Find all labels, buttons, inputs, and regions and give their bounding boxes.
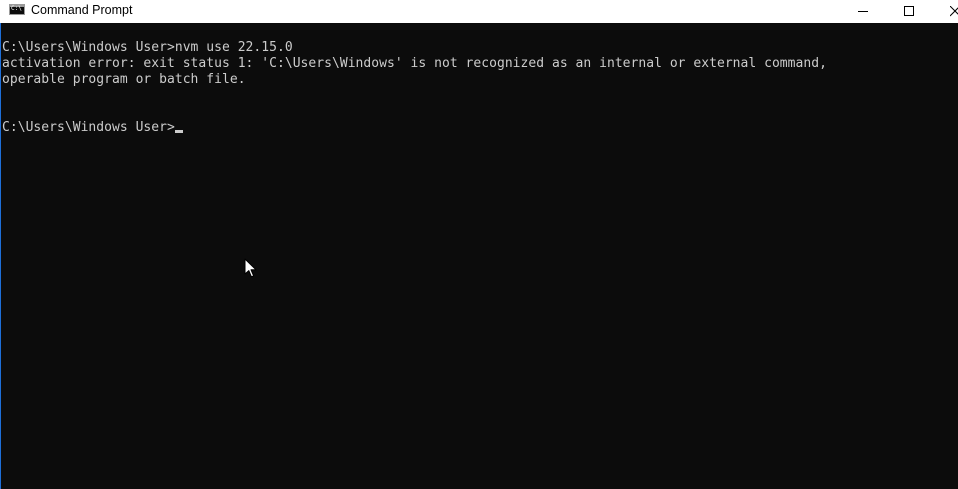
minimize-button[interactable] — [840, 0, 886, 23]
window-border — [0, 23, 1, 489]
console-line: C:\Users\Windows User>nvm use 22.15.0 — [2, 40, 293, 55]
close-button[interactable] — [932, 0, 958, 23]
title-bar[interactable]: C:\ Command Prompt — [0, 0, 958, 23]
console-line: activation error: exit status 1: 'C:\Use… — [2, 56, 827, 71]
command-prompt-icon[interactable]: C:\ — [9, 4, 25, 15]
close-icon — [950, 6, 958, 17]
minimize-icon — [858, 11, 868, 12]
maximize-icon — [904, 6, 914, 16]
console-line: operable program or batch file. — [2, 72, 246, 87]
window-title: Command Prompt — [31, 3, 133, 17]
text-cursor — [174, 130, 183, 133]
mouse-pointer-icon — [244, 258, 258, 284]
console-prompt-line[interactable]: C:\Users\Windows User> — [2, 120, 183, 136]
maximize-button[interactable] — [886, 0, 932, 23]
console-prompt: C:\Users\Windows User> — [2, 120, 175, 135]
command-prompt-window: C:\ Command Prompt C:\Users\Windows User… — [0, 0, 958, 489]
console-output[interactable]: C:\Users\Windows User>nvm use 22.15.0 ac… — [2, 40, 952, 480]
